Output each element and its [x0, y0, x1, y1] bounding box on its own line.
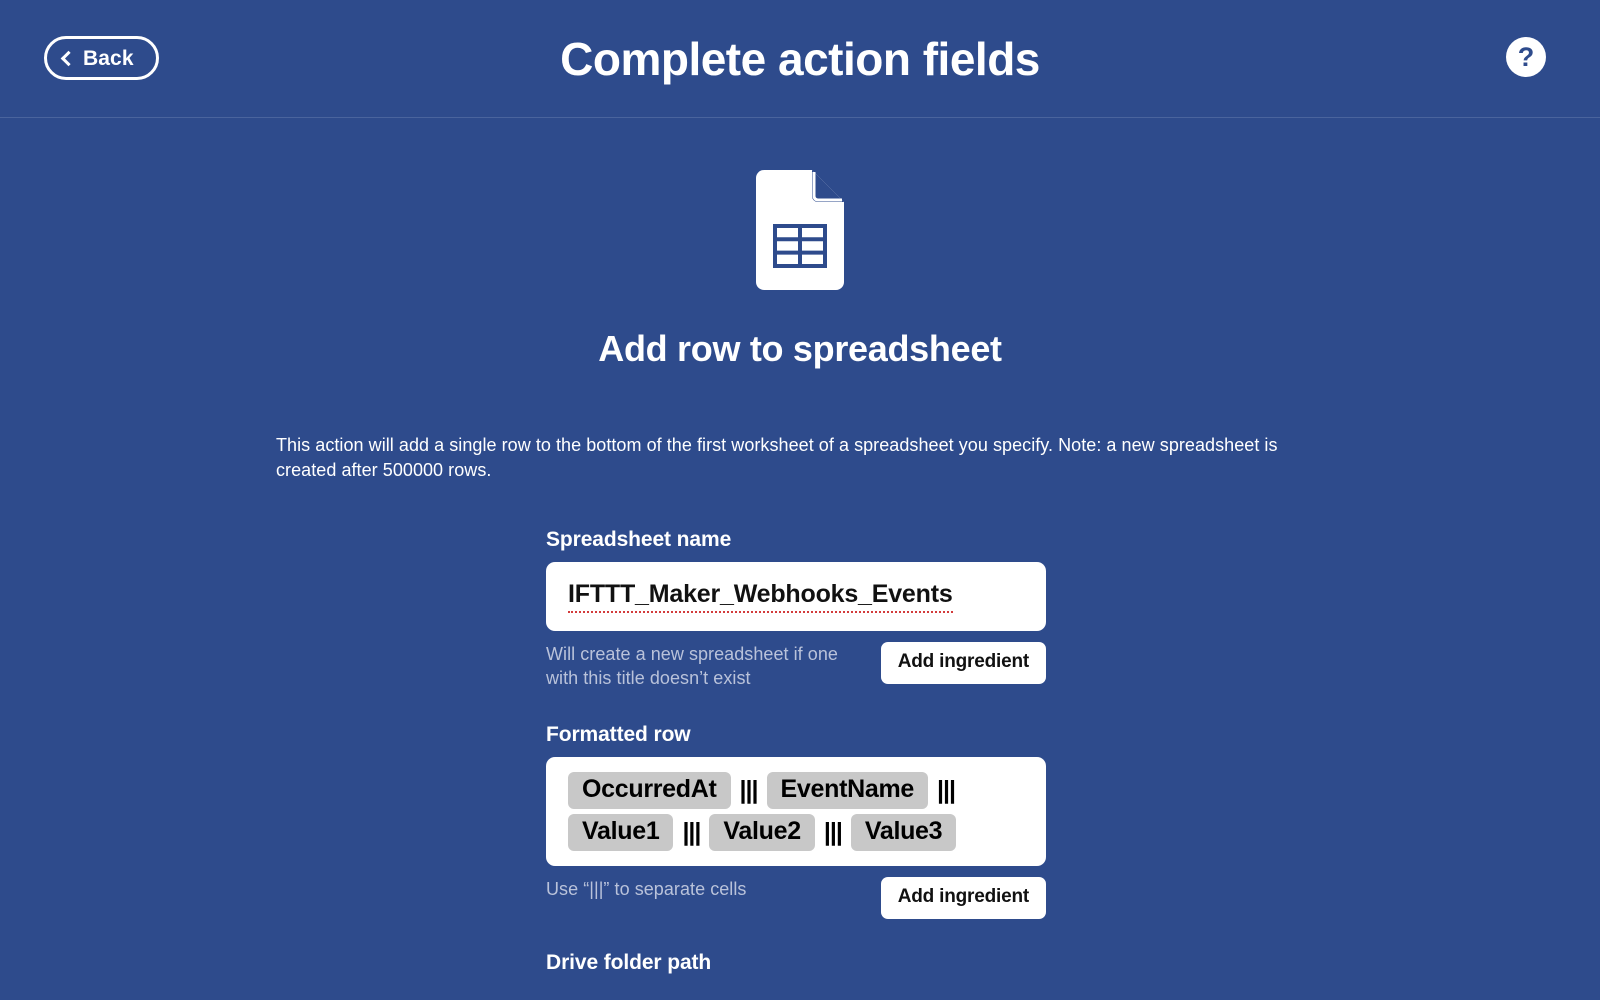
action-title: Add row to spreadsheet [598, 328, 1002, 369]
spreadsheet-name-input[interactable]: IFTTT_Maker_Webhooks_Events [546, 562, 1046, 632]
ingredient-token[interactable]: OccurredAt [568, 771, 731, 809]
spreadsheet-name-value: IFTTT_Maker_Webhooks_Events [568, 580, 953, 614]
ingredient-token[interactable]: Value2 [709, 813, 815, 851]
field-spreadsheet-name: Spreadsheet name IFTTT_Maker_Webhooks_Ev… [546, 528, 1046, 690]
formatted-row-input[interactable]: OccurredAt ||| EventName ||| Value1 ||| Value2… [546, 756, 1046, 866]
add-ingredient-button-formatted-row[interactable]: Add ingredient [880, 876, 1046, 919]
ingredient-token[interactable]: Value3 [850, 813, 957, 851]
help-icon[interactable]: ? [1506, 37, 1546, 77]
cell-separator: ||| [823, 817, 843, 846]
ingredient-token-list: OccurredAt ||| EventName ||| Value1 ||| Value2… [568, 771, 1024, 851]
ingredient-token[interactable]: EventName [766, 771, 929, 809]
cell-separator: ||| [682, 817, 701, 846]
field-hint-spreadsheet-name: Will create a new spreadsheet if one wit… [546, 644, 838, 689]
field-footer-spreadsheet-name: Will create a new spreadsheet if one wit… [546, 642, 1046, 691]
page-header: Back Complete action fields ? [0, 0, 1600, 118]
field-hint-formatted-row: Use “|||” to separate cells [546, 878, 747, 899]
action-description: This action will add a single row to the… [276, 435, 1278, 480]
page-title: Complete action fields [560, 33, 1040, 85]
field-formatted-row: Formatted row OccurredAt ||| EventName ||| V… [546, 723, 1046, 919]
field-label-spreadsheet-name: Spreadsheet name [546, 528, 732, 552]
cell-separator: ||| [937, 775, 956, 804]
field-drive-folder-path: Drive folder path [546, 951, 1046, 975]
field-footer-formatted-row: Use “|||” to separate cells Add ingredie… [546, 876, 1046, 919]
action-icon-container [0, 170, 1600, 290]
page-content: Add row to spreadsheet This action will … [0, 170, 1600, 975]
field-label-drive-folder-path: Drive folder path [546, 950, 712, 974]
action-fields-form: Spreadsheet name IFTTT_Maker_Webhooks_Ev… [546, 528, 1046, 974]
cell-separator: ||| [739, 775, 759, 804]
add-ingredient-button-spreadsheet-name[interactable]: Add ingredient [880, 642, 1046, 685]
spreadsheet-document-icon [756, 170, 844, 290]
field-label-formatted-row: Formatted row [546, 722, 691, 746]
ingredient-token[interactable]: Value1 [568, 813, 674, 851]
